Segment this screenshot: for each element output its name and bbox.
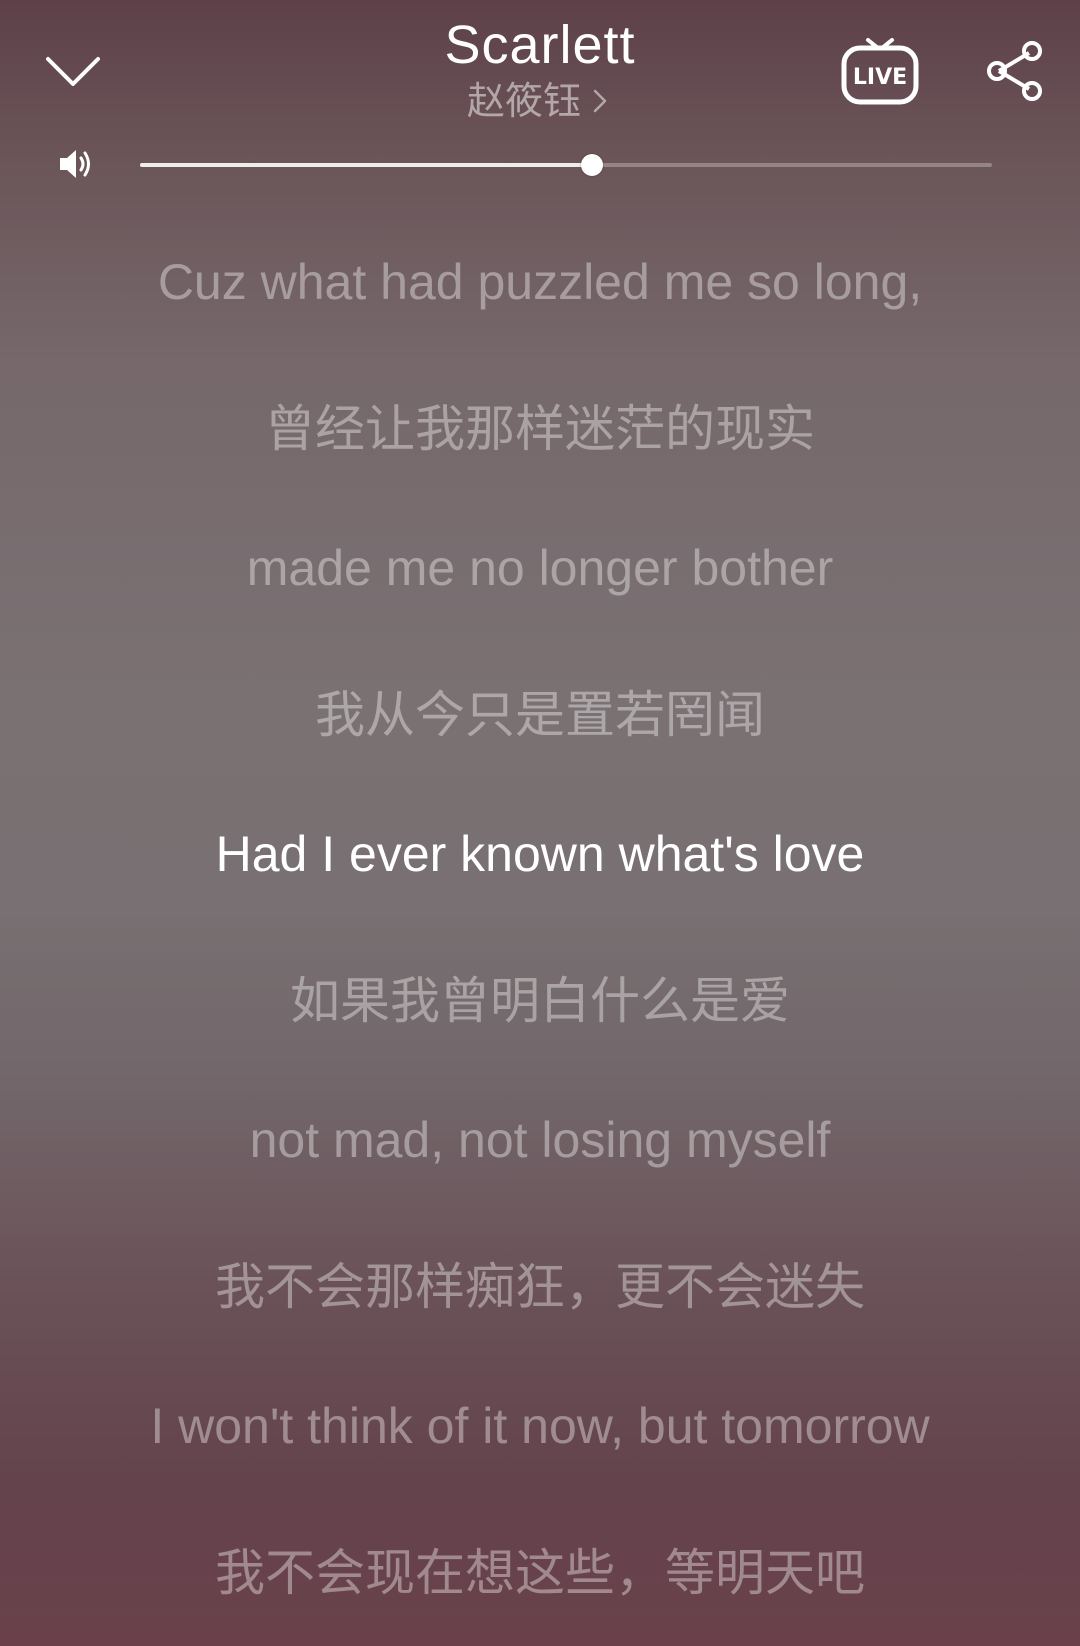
artist-link[interactable]: 赵筱钰 [467, 78, 613, 124]
player-header: Scarlett 赵筱钰 LIVE [0, 0, 1080, 140]
share-button[interactable] [984, 40, 1046, 102]
lyric-line[interactable]: 曾经让我那样迷茫的现实 [0, 353, 1080, 496]
song-title: Scarlett [444, 15, 636, 75]
lyric-line[interactable]: 我不会那样痴狂，更不会迷失 [0, 1211, 1080, 1354]
live-button[interactable]: LIVE [838, 30, 922, 110]
lyric-line[interactable]: 我不会现在想这些，等明天吧 [0, 1497, 1080, 1640]
live-tv-icon: LIVE [841, 38, 919, 105]
lyric-line[interactable]: 如果我曾明白什么是爱 [0, 925, 1080, 1068]
lyrics-list[interactable]: Cuz what had puzzled me so long, 曾经让我那样迷茫… [0, 210, 1080, 1640]
lyric-line[interactable]: not mad, not losing myself [0, 1068, 1080, 1211]
live-label: LIVE [853, 65, 907, 90]
lyric-line[interactable]: Cuz what had puzzled me so long, [0, 210, 1080, 353]
share-icon [987, 41, 1042, 101]
collapse-button[interactable] [38, 44, 108, 100]
volume-thumb[interactable] [580, 154, 603, 176]
volume-fill [140, 163, 592, 167]
chevron-right-icon [593, 89, 607, 113]
title-block: Scarlett 赵筱钰 [240, 12, 840, 124]
artist-name: 赵筱钰 [466, 79, 581, 123]
volume-slider[interactable] [140, 154, 992, 176]
lyric-line[interactable]: 我从今只是置若罔闻 [0, 639, 1080, 782]
lyric-line[interactable]: I won't think of it now, but tomorrow [0, 1354, 1080, 1497]
lyric-line-current[interactable]: Had I ever known what's love [0, 782, 1080, 925]
chevron-down-icon [46, 57, 100, 86]
lyric-line[interactable]: made me no longer bother [0, 496, 1080, 639]
volume-control [0, 140, 1080, 190]
speaker-icon[interactable] [56, 144, 96, 184]
